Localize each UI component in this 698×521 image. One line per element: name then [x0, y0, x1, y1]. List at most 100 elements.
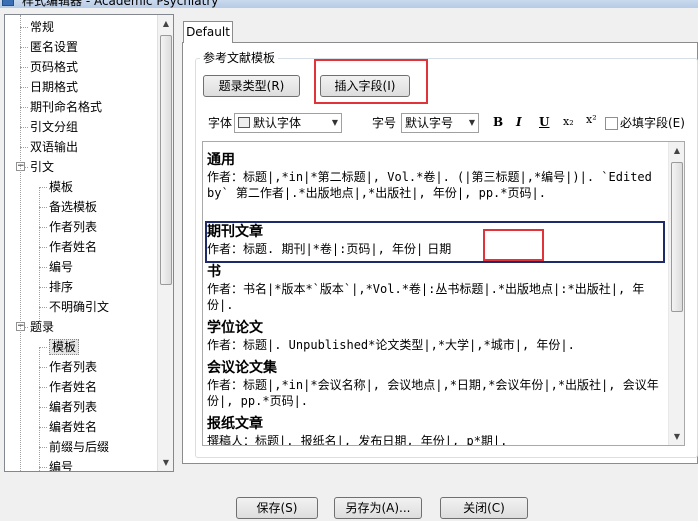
tree-connector — [20, 127, 28, 128]
tree-connector — [39, 387, 47, 388]
tree-connector — [39, 427, 47, 428]
tree-item-label: 作者姓名 — [49, 380, 98, 394]
tree-item[interactable]: 排序 — [49, 277, 73, 297]
tree-item-label: 编者姓名 — [49, 420, 98, 434]
tree-item-label: 不明确引文 — [49, 300, 110, 314]
ref-type-button[interactable]: 题录类型(R) — [203, 75, 300, 97]
scroll-up-icon[interactable]: ▲ — [158, 15, 174, 32]
tree-item-label: 备选模板 — [49, 200, 98, 214]
tree-item-label: 前缀与后缀 — [49, 440, 110, 454]
tree-connector — [39, 447, 47, 448]
scroll-up-icon[interactable]: ▲ — [669, 142, 684, 159]
tree-item-label: 匿名设置 — [30, 40, 79, 54]
italic-button[interactable]: I — [516, 112, 522, 132]
tree-scroll-thumb[interactable] — [160, 35, 172, 285]
tree-connector — [20, 107, 28, 108]
tree-item-label: 模板 — [49, 180, 74, 194]
tree-item[interactable]: 编号 — [49, 257, 73, 277]
tree-connector — [39, 367, 47, 368]
template-body: 撰稿人：标题|. 报纸名|, 发布日期, 年份|, p*期|. — [207, 434, 508, 445]
template-body: 作者：标题|,*in|*会议名称|, 会议地点|,*日期,*会议年份|,*出版社… — [207, 378, 659, 408]
close-button[interactable]: 关闭(C) — [440, 497, 528, 519]
template-entry[interactable]: 学位论文 作者：标题|. Unpublished*论文类型|,*大学|,*城市|… — [207, 320, 665, 353]
scroll-down-icon[interactable]: ▼ — [158, 454, 174, 471]
selected-entry-outline — [205, 221, 665, 263]
tree-connector — [20, 15, 21, 471]
tree-item-label: 引文分组 — [30, 120, 79, 134]
font-value: 默认字体 — [253, 116, 302, 130]
template-list[interactable]: 通用 作者：标题|,*in|*第二标题|, Vol.*卷|. (|第三标题|,*… — [202, 141, 685, 446]
tree-item[interactable]: 引文分组 — [30, 117, 78, 137]
tree-item-label: 页码格式 — [30, 60, 79, 74]
tree-item-label: 作者列表 — [49, 360, 98, 374]
save-button[interactable]: 保存(S) — [236, 497, 318, 519]
tree-list: 常规 匿名设置 页码格式 日期格式 期刊命名格式 引文分组 双语输出 引文 − 模板 备选模板 作者列… — [5, 15, 159, 471]
template-entry[interactable]: 通用 作者：标题|,*in|*第二标题|, Vol.*卷|. (|第三标题|,*… — [207, 152, 665, 201]
tree-item[interactable]: 备选模板 — [49, 197, 97, 217]
tree-scrollbar[interactable]: ▲ ▼ — [157, 15, 173, 471]
tree-connector — [39, 227, 47, 228]
tree-item[interactable]: 作者列表 — [49, 357, 97, 377]
tree-item[interactable]: 前缀与后缀 — [49, 437, 109, 457]
tree-connector — [39, 347, 40, 471]
tree-item[interactable]: 引文 — [30, 157, 54, 177]
template-scrollbar[interactable]: ▲ ▼ — [668, 142, 684, 445]
tree-item-label: 编者列表 — [49, 400, 98, 414]
tree-connector — [39, 267, 47, 268]
tree-item[interactable]: 匿名设置 — [30, 37, 78, 57]
tab-default[interactable]: Default — [183, 21, 233, 43]
tree-item[interactable]: 编者姓名 — [49, 417, 97, 437]
window-title: 样式编辑器 - Academic Psychiatry — [22, 0, 219, 8]
tree-item[interactable]: 作者列表 — [49, 217, 97, 237]
bold-button[interactable]: B — [493, 112, 503, 132]
template-title: 学位论文 — [207, 320, 263, 336]
tree-item[interactable]: 编者列表 — [49, 397, 97, 417]
template-title: 报纸文章 — [207, 416, 263, 432]
tree-item[interactable]: 模板 — [49, 177, 73, 197]
style-tree: 常规 匿名设置 页码格式 日期格式 期刊命名格式 引文分组 双语输出 引文 − 模板 备选模板 作者列… — [4, 14, 174, 472]
tree-connector — [39, 467, 47, 468]
tree-item[interactable]: 作者姓名 — [49, 377, 97, 397]
app-icon — [2, 0, 14, 6]
tree-item[interactable]: 题录 — [30, 317, 54, 337]
template-entry[interactable]: 报纸文章 撰稿人：标题|. 报纸名|, 发布日期, 年份|, p*期|. — [207, 416, 665, 445]
template-title: 书 — [207, 264, 221, 280]
date-highlight-box — [483, 229, 544, 261]
tree-connector — [39, 187, 47, 188]
template-body: 作者：书名|*版本*`版本`|,*Vol.*卷|:丛书标题|.*出版地点|:*出… — [207, 282, 645, 312]
template-title: 通用 — [207, 152, 235, 168]
required-checkbox[interactable] — [605, 117, 618, 130]
tree-item-label: 编号 — [49, 260, 74, 274]
tree-connector — [39, 407, 47, 408]
template-entry[interactable]: 书 作者：书名|*版本*`版本`|,*Vol.*卷|:丛书标题|.*出版地点|:… — [207, 264, 665, 313]
superscript-button[interactable]: x² — [586, 110, 597, 130]
tree-item[interactable]: 常规 — [30, 17, 54, 37]
tree-connector — [39, 287, 47, 288]
tree-connector — [20, 87, 28, 88]
tree-item-label: 题录 — [30, 320, 55, 334]
tree-item[interactable]: 日期格式 — [30, 77, 78, 97]
tree-connector — [39, 347, 47, 348]
tree-item[interactable]: 不明确引文 — [49, 297, 109, 317]
highlight-box — [314, 59, 428, 104]
tree-connector — [39, 307, 47, 308]
tree-item[interactable]: 模板 — [49, 337, 80, 357]
tree-item-label: 双语输出 — [30, 140, 79, 154]
tree-item[interactable]: 编号 — [49, 457, 73, 471]
tree-connector — [20, 67, 28, 68]
tree-item[interactable]: 双语输出 — [30, 137, 78, 157]
tree-item[interactable]: 期刊命名格式 — [30, 97, 102, 117]
scroll-down-icon[interactable]: ▼ — [669, 428, 684, 445]
template-scroll-thumb[interactable] — [671, 162, 683, 312]
size-select[interactable]: 默认字号 ▼ — [401, 113, 479, 133]
template-entry[interactable]: 会议论文集 作者：标题|,*in|*会议名称|, 会议地点|,*日期,*会议年份… — [207, 360, 665, 409]
save-as-button[interactable]: 另存为(A)... — [334, 497, 422, 519]
font-select[interactable]: 默认字体 ▼ — [234, 113, 342, 133]
tree-item-label: 常规 — [30, 20, 55, 34]
tree-item[interactable]: 页码格式 — [30, 57, 78, 77]
tree-item[interactable]: 作者姓名 — [49, 237, 97, 257]
underline-button[interactable]: U — [539, 112, 549, 132]
subscript-button[interactable]: x₂ — [563, 112, 574, 132]
tree-item-label: 模板 — [49, 339, 80, 355]
tree-item-label: 编号 — [49, 460, 74, 471]
